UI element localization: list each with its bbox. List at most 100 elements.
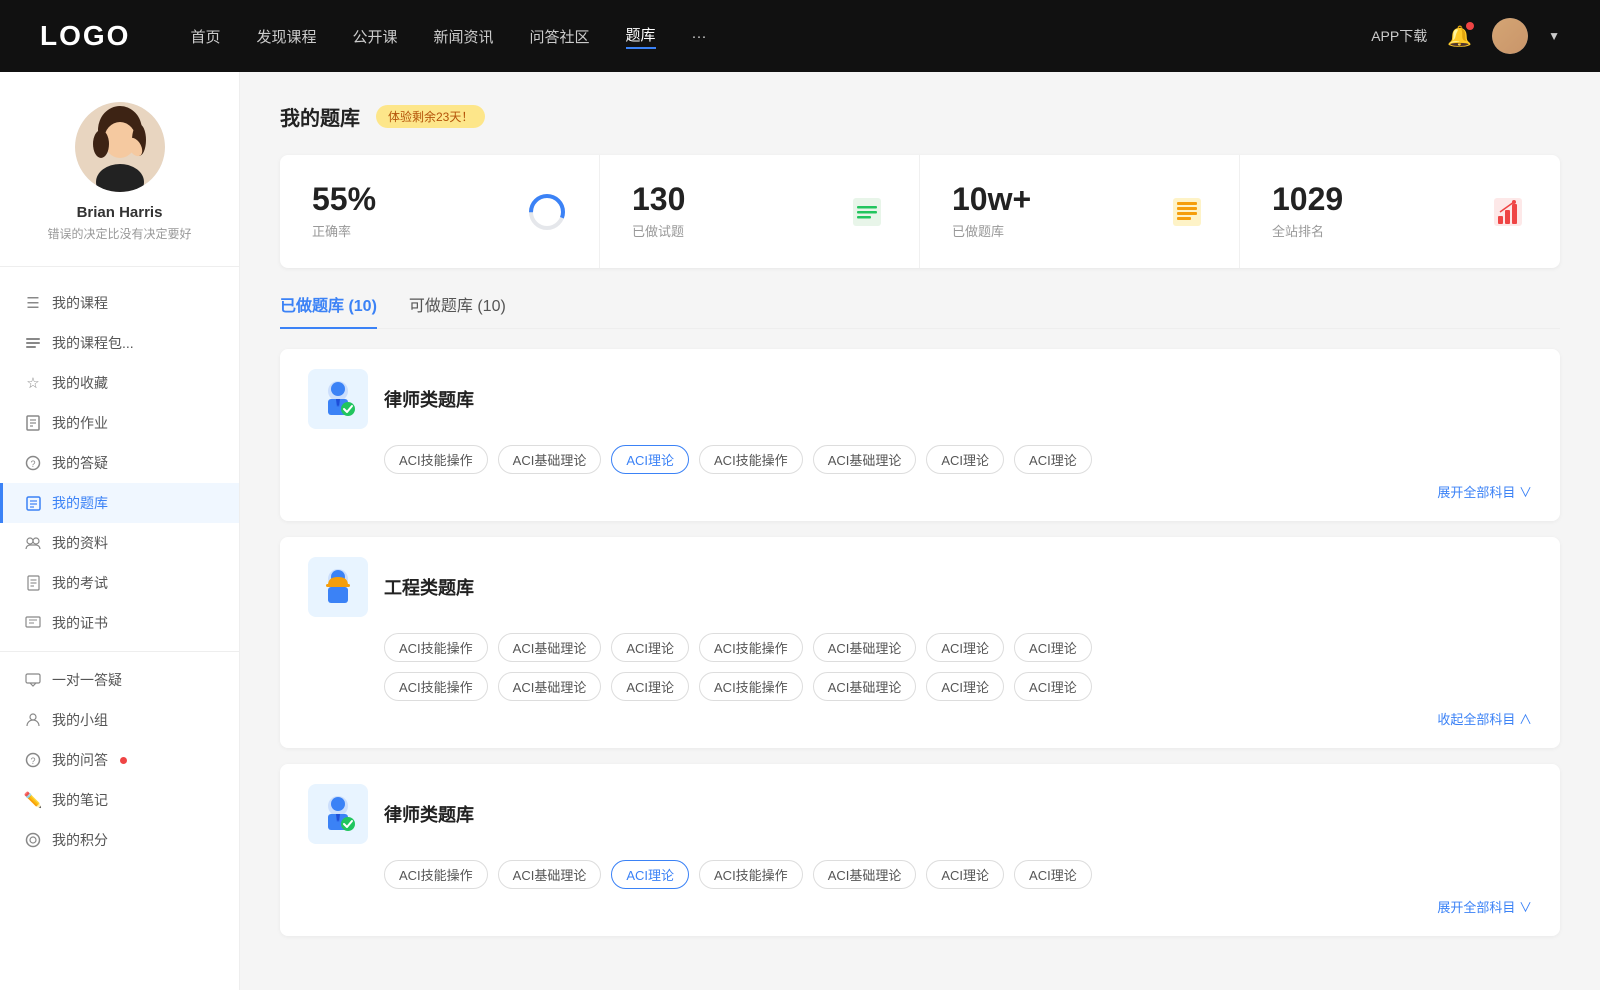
avatar-image [1492,18,1528,54]
tab-done-banks[interactable]: 已做题库 (10) [280,292,377,328]
stats-row: 55% 正确率 130 已做试题 [280,155,1560,268]
tag-2-13[interactable]: ACI理论 [926,672,1004,701]
qbank-card-engineering: 工程类题库 ACI技能操作 ACI基础理论 ACI理论 ACI技能操作 ACI基… [280,537,1560,748]
sidebar-profile: Brian Harris 错误的决定比没有决定要好 [0,102,239,267]
main-content: 我的题库 体验剩余23天！ 55% 正确率 [240,72,1600,990]
tag-3-5[interactable]: ACI基础理论 [813,860,917,889]
tag-2-1[interactable]: ACI技能操作 [384,633,488,662]
sidebar-item-course-package[interactable]: 我的课程包... [0,323,239,363]
tag-3-6[interactable]: ACI理论 [926,860,1004,889]
sidebar-item-course-package-label: 我的课程包... [52,333,134,353]
ranking-icon [1488,192,1528,232]
tag-2-10[interactable]: ACI理论 [611,672,689,701]
exam-icon [24,574,42,592]
tag-1-2[interactable]: ACI基础理论 [498,445,602,474]
tag-2-6[interactable]: ACI理论 [926,633,1004,662]
tag-3-2[interactable]: ACI基础理论 [498,860,602,889]
sidebar-separator-1 [0,651,239,652]
sidebar-item-groups[interactable]: 我的小组 [0,700,239,740]
stat-questions-value: 130 [632,183,831,215]
tag-1-5[interactable]: ACI基础理论 [813,445,917,474]
sidebar-item-my-qa[interactable]: ? 我的问答 [0,740,239,780]
sidebar-item-qbank-label: 我的题库 [52,493,108,513]
tag-2-12[interactable]: ACI基础理论 [813,672,917,701]
course-package-icon [24,334,42,352]
favorites-icon: ☆ [24,374,42,392]
questions-icon [847,192,887,232]
nav-discover[interactable]: 发现课程 [256,26,316,47]
sidebar-item-qa-mine[interactable]: ? 我的答疑 [0,443,239,483]
qbank-header-lawyer-2: 律师类题库 [308,784,1532,844]
qbank-collapse-engineering[interactable]: 收起全部科目 ∧ [308,709,1532,728]
sidebar-item-groups-label: 我的小组 [52,710,108,730]
courses-icon: ☰ [24,294,42,312]
tag-1-3[interactable]: ACI理论 [611,445,689,474]
trial-badge: 体验剩余23天！ [376,105,485,128]
qbank-title-lawyer-1: 律师类题库 [384,386,474,412]
sidebar-item-certificate[interactable]: 我的证书 [0,603,239,643]
homework-icon [24,414,42,432]
certificate-icon [24,614,42,632]
qbank-header-lawyer-1: 律师类题库 [308,369,1532,429]
tag-1-4[interactable]: ACI技能操作 [699,445,803,474]
page-header: 我的题库 体验剩余23天！ [280,102,1560,131]
stat-accuracy-label: 正确率 [312,221,511,240]
sidebar-item-one-on-one[interactable]: 一对一答疑 [0,660,239,700]
sidebar-item-favorites[interactable]: ☆ 我的收藏 [0,363,239,403]
sidebar-item-notes[interactable]: ✏️ 我的笔记 [0,780,239,820]
qbank-header-engineering: 工程类题库 [308,557,1532,617]
tag-3-7[interactable]: ACI理论 [1014,860,1092,889]
nav-home[interactable]: 首页 [190,26,220,47]
nav-more[interactable]: ··· [692,28,707,45]
sidebar-username: Brian Harris [77,204,163,221]
sidebar-motto: 错误的决定比没有决定要好 [47,225,191,242]
sidebar-avatar [75,102,165,192]
tag-2-4[interactable]: ACI技能操作 [699,633,803,662]
sidebar-item-homework[interactable]: 我的作业 [0,403,239,443]
user-avatar[interactable] [1492,18,1528,54]
tag-1-7[interactable]: ACI理论 [1014,445,1092,474]
tag-2-2[interactable]: ACI基础理论 [498,633,602,662]
qbank-expand-lawyer-2[interactable]: 展开全部科目 ∨ [308,897,1532,916]
stat-questions-label: 已做试题 [632,221,831,240]
tag-2-7[interactable]: ACI理论 [1014,633,1092,662]
tag-2-14[interactable]: ACI理论 [1014,672,1092,701]
tag-3-3[interactable]: ACI理论 [611,860,689,889]
tag-2-11[interactable]: ACI技能操作 [699,672,803,701]
chevron-down-icon[interactable]: ▼ [1548,29,1560,43]
tag-1-1[interactable]: ACI技能操作 [384,445,488,474]
tab-available-banks[interactable]: 可做题库 (10) [409,292,506,328]
sidebar-item-courses[interactable]: ☰ 我的课程 [0,283,239,323]
one-on-one-icon [24,671,42,689]
sidebar-item-qbank[interactable]: 我的题库 [0,483,239,523]
sidebar-item-points[interactable]: 我的积分 [0,820,239,860]
tag-3-4[interactable]: ACI技能操作 [699,860,803,889]
sidebar-item-points-label: 我的积分 [52,830,108,850]
svg-text:?: ? [30,459,35,469]
stat-accuracy-text: 55% 正确率 [312,183,511,240]
my-qa-icon: ? [24,751,42,769]
qbank-tags-engineering-row1: ACI技能操作 ACI基础理论 ACI理论 ACI技能操作 ACI基础理论 AC… [384,633,1532,662]
accuracy-chart-icon [527,192,567,232]
qbank-tags-engineering-row2: ACI技能操作 ACI基础理论 ACI理论 ACI技能操作 ACI基础理论 AC… [384,672,1532,701]
notification-bell-icon[interactable]: 🔔 [1447,24,1472,49]
nav-open-course[interactable]: 公开课 [352,26,397,47]
stat-accuracy: 55% 正确率 [280,155,600,268]
sidebar-item-materials[interactable]: 我的资料 [0,523,239,563]
nav-qa[interactable]: 问答社区 [530,26,590,47]
tag-1-6[interactable]: ACI理论 [926,445,1004,474]
sidebar-item-courses-label: 我的课程 [52,293,108,313]
page-layout: Brian Harris 错误的决定比没有决定要好 ☰ 我的课程 我的课程包..… [0,72,1600,990]
sidebar-item-my-qa-label: 我的问答 [52,750,108,770]
nav-news[interactable]: 新闻资讯 [434,26,494,47]
tag-2-5[interactable]: ACI基础理论 [813,633,917,662]
tag-3-1[interactable]: ACI技能操作 [384,860,488,889]
app-download-button[interactable]: APP下载 [1371,26,1427,46]
tag-2-9[interactable]: ACI基础理论 [498,672,602,701]
nav-qbank[interactable]: 题库 [626,24,656,49]
qbank-title-engineering: 工程类题库 [384,574,474,600]
qbank-expand-lawyer-1[interactable]: 展开全部科目 ∨ [308,482,1532,501]
tag-2-8[interactable]: ACI技能操作 [384,672,488,701]
sidebar-item-exam[interactable]: 我的考试 [0,563,239,603]
tag-2-3[interactable]: ACI理论 [611,633,689,662]
